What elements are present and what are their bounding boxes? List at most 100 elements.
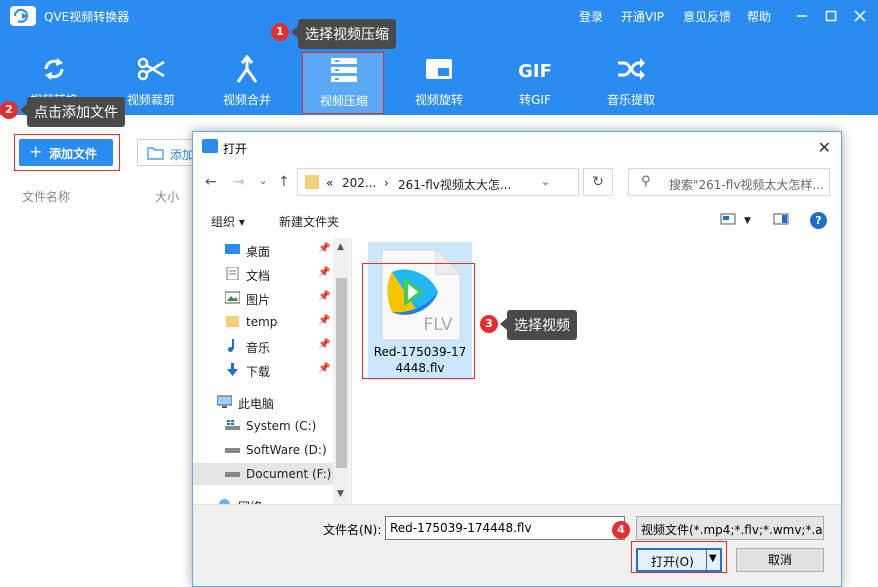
nav-item-software-d[interactable]: SoftWare (D:) bbox=[193, 439, 333, 461]
search-placeholder: 搜索"261-flv视频太大怎样... bbox=[669, 178, 824, 192]
breadcrumb-overflow[interactable]: « bbox=[326, 176, 333, 190]
callout-pointer bbox=[291, 26, 298, 38]
folder-outline-icon bbox=[147, 147, 164, 160]
callout-step-1: 选择视频压缩 bbox=[298, 19, 396, 49]
navigation-pane: 桌面 📌 文档 📌 图片 📌 temp 📌 音乐 📌 下载 📌 此电脑 Syst… bbox=[193, 238, 351, 504]
nav-label: System (C:) bbox=[246, 419, 317, 433]
nav-item-system-c[interactable]: System (C:) bbox=[193, 415, 333, 437]
vip-link[interactable]: 开通VIP bbox=[621, 8, 664, 25]
login-link[interactable]: 登录 bbox=[579, 8, 603, 25]
folder-icon bbox=[305, 175, 319, 189]
filetype-select[interactable]: 视频文件(*.mp4;*.flv;*.wmv;*.a bbox=[636, 516, 824, 540]
nav-item-this-pc[interactable]: 此电脑 bbox=[193, 391, 333, 413]
drive-icon bbox=[225, 472, 240, 477]
dialog-close-icon[interactable]: ✕ bbox=[818, 138, 831, 157]
add-folder-label: 添加 bbox=[170, 148, 195, 162]
pin-icon: 📌 bbox=[318, 267, 331, 278]
tool-video-rotate[interactable]: 视频旋转 bbox=[398, 52, 480, 114]
up-arrow-icon[interactable]: ↑ bbox=[278, 174, 290, 190]
nav-scrollbar[interactable]: ▲ ▼ bbox=[333, 238, 350, 504]
minimize-icon[interactable] bbox=[795, 9, 809, 23]
nav-label: 桌面 bbox=[246, 245, 271, 259]
tool-label: 转GIF bbox=[519, 93, 551, 107]
scroll-down-icon[interactable]: ▼ bbox=[337, 489, 344, 499]
app-title: QVE视频转换器 bbox=[44, 10, 130, 24]
pane-divider[interactable] bbox=[351, 238, 352, 504]
tool-label: 音乐提取 bbox=[606, 93, 655, 107]
column-header-size[interactable]: 大小 bbox=[155, 188, 179, 205]
computer-icon bbox=[217, 395, 232, 408]
maximize-icon[interactable] bbox=[824, 9, 838, 23]
cancel-button[interactable]: 取消 bbox=[736, 548, 824, 572]
open-file-dialog: 打开 ✕ ← → ⌄ ↑ « 202... › 261-flv视频太大怎... … bbox=[192, 131, 842, 587]
preview-pane-icon[interactable] bbox=[773, 212, 789, 226]
nav-item-music[interactable]: 音乐 📌 bbox=[193, 335, 333, 357]
drive-icon bbox=[225, 420, 240, 430]
desktop-icon bbox=[225, 244, 240, 254]
nav-item-pictures[interactable]: 图片 📌 bbox=[193, 287, 333, 309]
nav-item-documents[interactable]: 文档 📌 bbox=[193, 263, 333, 285]
tool-label: 视频合并 bbox=[222, 93, 271, 107]
dialog-footer: 文件名(N): 视频文件(*.mp4;*.flv;*.wmv;*.a 打开(O)… bbox=[193, 504, 841, 586]
nav-label: 图片 bbox=[246, 293, 271, 307]
help-icon[interactable]: ? bbox=[810, 212, 827, 229]
forward-arrow-icon[interactable]: → bbox=[233, 174, 245, 190]
breadcrumb-current[interactable]: 261-flv视频太大怎... bbox=[398, 176, 511, 193]
help-link[interactable]: 帮助 bbox=[747, 8, 771, 25]
new-folder-button[interactable]: 新建文件夹 bbox=[279, 213, 339, 230]
search-box[interactable]: ⚲ 搜索"261-flv视频太大怎样... bbox=[628, 168, 830, 196]
scroll-thumb[interactable] bbox=[336, 278, 347, 468]
step-badge-4: 4 bbox=[612, 521, 630, 539]
nav-label: temp bbox=[246, 315, 278, 329]
folder-icon bbox=[226, 316, 239, 327]
app-window: QVE视频转换器 登录 开通VIP 意见反馈 帮助 视频转换 视频裁剪 视频合并… bbox=[0, 0, 878, 587]
nav-item-downloads[interactable]: 下载 📌 bbox=[193, 359, 333, 381]
refresh-icon bbox=[44, 58, 64, 80]
filename-input[interactable] bbox=[385, 516, 625, 540]
plus-icon: + bbox=[29, 142, 43, 161]
back-arrow-icon[interactable]: ← bbox=[205, 174, 217, 190]
pin-icon: 📌 bbox=[318, 291, 331, 302]
highlight-frame bbox=[631, 541, 727, 573]
tool-label: 视频旋转 bbox=[414, 93, 463, 107]
callout-pointer bbox=[500, 318, 507, 330]
drive-icon bbox=[225, 448, 240, 453]
callout-pointer bbox=[20, 104, 27, 116]
scroll-up-icon[interactable]: ▲ bbox=[337, 242, 344, 252]
callout-step-2: 点击添加文件 bbox=[27, 97, 125, 127]
breadcrumb-segment[interactable]: 202... bbox=[342, 176, 376, 190]
close-icon[interactable] bbox=[853, 9, 867, 23]
gif-icon-text: GIF bbox=[518, 61, 552, 82]
add-file-button[interactable]: + 添加文件 bbox=[19, 139, 113, 166]
organize-menu[interactable]: 组织 ▾ bbox=[211, 213, 245, 230]
nav-label: 文档 bbox=[246, 269, 271, 283]
view-mode-icon[interactable] bbox=[720, 212, 736, 226]
pin-icon: 📌 bbox=[318, 339, 331, 350]
highlight-frame bbox=[362, 263, 475, 379]
nav-item-temp[interactable]: temp 📌 bbox=[193, 311, 333, 333]
nav-item-desktop[interactable]: 桌面 📌 bbox=[193, 239, 333, 261]
feedback-link[interactable]: 意见反馈 bbox=[683, 8, 731, 25]
nav-item-document-f[interactable]: Document (F:) bbox=[193, 463, 333, 485]
add-folder-button[interactable]: 添加 bbox=[137, 139, 197, 166]
compress-icon bbox=[331, 58, 357, 82]
add-file-label: 添加文件 bbox=[49, 147, 98, 161]
tool-video-merge[interactable]: 视频合并 bbox=[206, 52, 288, 114]
nav-item-network[interactable]: 网络 bbox=[193, 494, 333, 504]
tool-music-extract[interactable]: 音乐提取 bbox=[590, 52, 672, 114]
tool-to-gif[interactable]: GIF 转GIF bbox=[494, 52, 576, 114]
nav-label: Document (F:) bbox=[246, 467, 332, 481]
refresh-icon[interactable]: ↻ bbox=[583, 168, 613, 196]
search-icon: ⚲ bbox=[641, 174, 651, 189]
nav-label: 此电脑 bbox=[238, 397, 275, 411]
view-dropdown-icon[interactable]: ▼ bbox=[744, 216, 751, 226]
address-dropdown-icon[interactable]: ⌄ bbox=[541, 175, 550, 188]
column-header-filename[interactable]: 文件名称 bbox=[22, 188, 70, 205]
tool-video-compress[interactable]: 视频压缩 bbox=[302, 52, 384, 114]
shuffle-icon bbox=[618, 58, 645, 80]
callout-step-3: 选择视频 bbox=[507, 310, 577, 340]
recent-chevron-icon[interactable]: ⌄ bbox=[259, 176, 267, 187]
address-bar[interactable]: « 202... › 261-flv视频太大怎... ⌄ bbox=[297, 168, 579, 196]
merge-icon bbox=[236, 54, 258, 83]
download-icon bbox=[227, 363, 238, 376]
